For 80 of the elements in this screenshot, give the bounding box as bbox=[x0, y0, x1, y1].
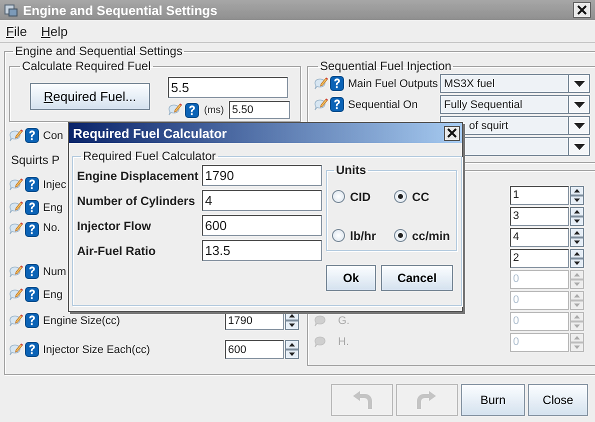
field-label: Number of Cylinders bbox=[77, 194, 196, 208]
dropdown-arrow-icon bbox=[574, 102, 584, 108]
section-title: Squirts P bbox=[11, 153, 60, 167]
help-icon[interactable] bbox=[185, 102, 199, 118]
close-button[interactable] bbox=[444, 126, 460, 140]
panel-title: Engine and Sequential Settings bbox=[14, 44, 184, 58]
number-field[interactable]: 600 bbox=[225, 340, 284, 359]
radio-indicator[interactable] bbox=[332, 229, 345, 242]
radio-indicator[interactable] bbox=[332, 190, 345, 203]
menu-item[interactable]: Help bbox=[40, 24, 68, 38]
setting-label: Injector Size Each(cc) bbox=[43, 344, 150, 356]
radio-button[interactable]: CID bbox=[332, 190, 394, 204]
group-title: Sequential Fuel Injection bbox=[319, 59, 452, 73]
setting-label: Num bbox=[43, 266, 66, 278]
setting-label: Main Fuel Outputs bbox=[348, 78, 438, 90]
setting-label: Injec bbox=[43, 178, 66, 190]
dialog-button[interactable]: Ok bbox=[326, 265, 376, 291]
setting-label: Eng bbox=[43, 202, 63, 214]
help-icon[interactable] bbox=[25, 287, 39, 302]
dropdown-arrow-icon bbox=[574, 122, 584, 128]
required-fuel-field[interactable]: 5.5 bbox=[168, 77, 288, 98]
setting-label: H. bbox=[338, 336, 349, 348]
radio-button[interactable]: CC bbox=[394, 190, 456, 204]
note-icon bbox=[314, 335, 328, 349]
setting-label: Eng bbox=[43, 288, 63, 300]
group-title: Required Fuel Calculator bbox=[82, 149, 217, 163]
dropdown[interactable]: Fully Sequential bbox=[440, 95, 590, 114]
spinner-arrows-icon[interactable] bbox=[570, 228, 584, 246]
number-field[interactable]: 3 bbox=[510, 206, 569, 226]
number-field[interactable]: 1 bbox=[510, 186, 569, 204]
help-icon[interactable] bbox=[25, 177, 39, 192]
dropdown-arrow-icon bbox=[574, 80, 584, 86]
close-button[interactable] bbox=[573, 2, 591, 18]
field-label: Engine Displacement bbox=[77, 168, 200, 182]
help-icon[interactable] bbox=[25, 222, 39, 237]
ms-field[interactable]: 5.50 bbox=[229, 101, 290, 119]
help-icon[interactable] bbox=[25, 264, 39, 279]
spinner-arrows-icon[interactable] bbox=[570, 248, 584, 268]
setting-label: G. bbox=[338, 315, 350, 327]
redo-icon bbox=[416, 389, 438, 411]
action-button[interactable]: Close bbox=[528, 384, 588, 416]
number-field[interactable]: 4 bbox=[510, 228, 569, 246]
menu-item[interactable]: File bbox=[6, 24, 27, 38]
input-field[interactable]: 13.5 bbox=[202, 240, 322, 261]
spinner-arrows-icon[interactable] bbox=[570, 206, 584, 226]
app-icon bbox=[4, 3, 18, 17]
help-icon[interactable] bbox=[25, 313, 39, 328]
group-title: Units bbox=[335, 163, 367, 177]
help-icon[interactable] bbox=[330, 97, 344, 112]
undo-icon bbox=[351, 389, 373, 411]
radio-indicator[interactable] bbox=[394, 229, 407, 242]
help-icon[interactable] bbox=[330, 76, 344, 91]
dialog-button[interactable]: Cancel bbox=[381, 265, 453, 291]
spinner-arrows-icon[interactable] bbox=[570, 186, 584, 204]
field-label: Injector Flow bbox=[77, 218, 152, 232]
input-field[interactable]: 600 bbox=[202, 215, 322, 236]
action-button[interactable]: Burn bbox=[461, 384, 525, 416]
spinner-arrows-icon[interactable] bbox=[285, 340, 299, 359]
dropdown[interactable]: MS3X fuel bbox=[440, 74, 590, 93]
number-field[interactable]: 2 bbox=[510, 248, 569, 268]
help-icon[interactable] bbox=[25, 342, 39, 357]
input-field[interactable]: 4 bbox=[202, 190, 322, 211]
field-label: Air-Fuel Ratio bbox=[77, 244, 157, 258]
radio-button[interactable]: cc/min bbox=[394, 228, 456, 242]
radio-button[interactable]: lb/hr bbox=[332, 228, 394, 242]
radio-indicator[interactable] bbox=[394, 190, 407, 203]
note-icon bbox=[314, 314, 328, 328]
help-icon[interactable] bbox=[25, 200, 39, 215]
input-field[interactable]: 1790 bbox=[202, 165, 322, 186]
required-fuel-button[interactable]: Required Fuel... bbox=[30, 83, 150, 110]
setting-label: Sequential On bbox=[348, 98, 419, 110]
help-icon[interactable] bbox=[25, 128, 39, 143]
setting-label: No. bbox=[43, 222, 60, 234]
setting-label: Con bbox=[43, 130, 64, 142]
setting-label: Engine Size(cc) bbox=[43, 314, 120, 326]
dropdown-arrow-icon bbox=[574, 144, 584, 150]
dialog-title: Required Fuel Calculator bbox=[73, 126, 228, 140]
unit-label: (ms) bbox=[204, 104, 224, 116]
window-title: Engine and Sequential Settings bbox=[23, 2, 218, 18]
group-title: Calculate Required Fuel bbox=[21, 59, 152, 73]
